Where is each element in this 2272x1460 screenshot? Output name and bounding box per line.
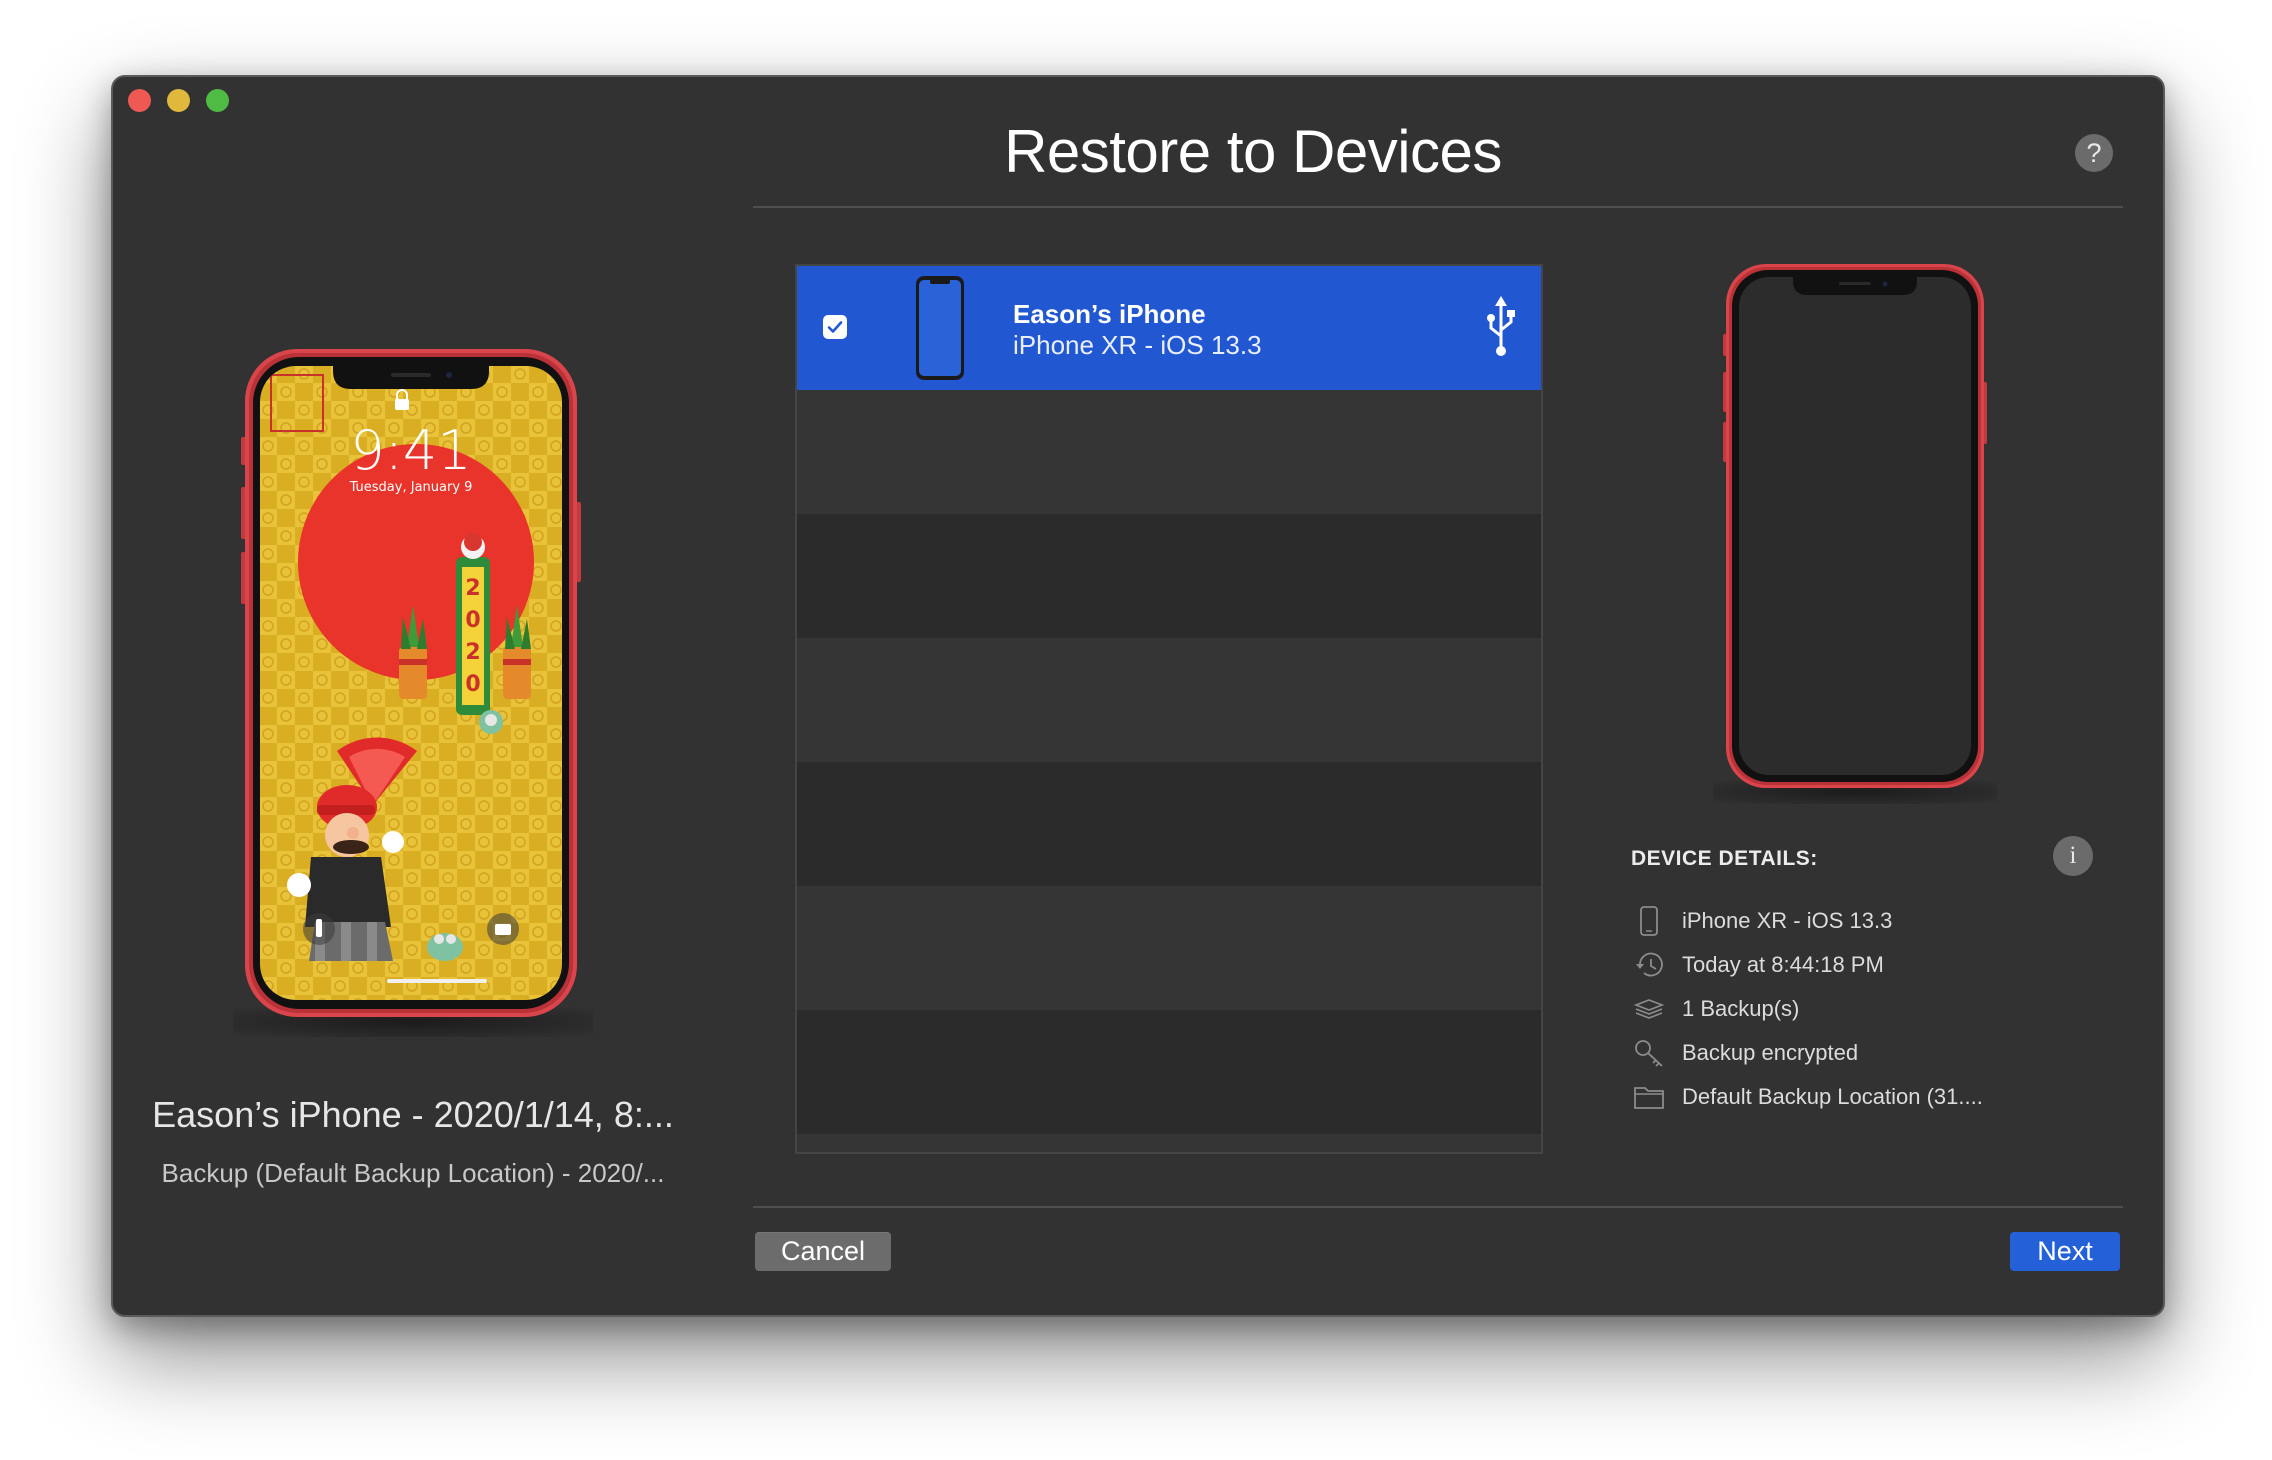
detail-location: Default Backup Location (31.... xyxy=(1631,1079,2111,1115)
empty-row xyxy=(797,638,1541,762)
device-list[interactable]: Eason’s iPhone iPhone XR - iOS 13.3 xyxy=(795,264,1543,1154)
maximize-window-button[interactable] xyxy=(206,89,229,112)
backup-subtitle: Backup (Default Backup Location) - 2020/… xyxy=(161,1158,665,1188)
key-icon xyxy=(1631,1037,1667,1069)
history-icon xyxy=(1631,949,1667,981)
restore-window: Restore to Devices ? 2 0 2 0 9:41 Tuesda… xyxy=(111,75,2165,1317)
minimize-window-button[interactable] xyxy=(167,89,190,112)
usb-icon xyxy=(1487,296,1515,356)
empty-row xyxy=(797,762,1541,886)
iphone-icon xyxy=(916,276,964,380)
footer-divider xyxy=(753,1206,2123,1208)
detail-last-backup: Today at 8:44:18 PM xyxy=(1631,947,2111,983)
svg-text:2: 2 xyxy=(465,576,480,601)
phone-icon xyxy=(1631,905,1667,937)
svg-text:Tuesday, January 9: Tuesday, January 9 xyxy=(349,480,473,495)
backup-phone-preview: 2 0 2 0 9:41 Tuesday, January 9 xyxy=(241,349,581,1017)
close-window-button[interactable] xyxy=(128,89,151,112)
help-button[interactable]: ? xyxy=(2075,134,2113,172)
next-button[interactable]: Next xyxy=(2010,1232,2120,1271)
cancel-button[interactable]: Cancel xyxy=(755,1232,891,1271)
empty-row xyxy=(797,1010,1541,1134)
device-row[interactable]: Eason’s iPhone iPhone XR - iOS 13.3 xyxy=(797,266,1541,390)
page-title: Restore to Devices xyxy=(1004,118,1502,185)
svg-text:2: 2 xyxy=(465,640,480,665)
device-details-heading: DEVICE DETAILS: xyxy=(1631,847,1818,870)
detail-encryption: Backup encrypted xyxy=(1631,1035,2111,1071)
empty-row xyxy=(797,1134,1541,1152)
backup-title: Eason’s iPhone - 2020/1/14, 8:... xyxy=(152,1094,674,1135)
empty-row xyxy=(797,514,1541,638)
detail-backup-count: 1 Backup(s) xyxy=(1631,991,2111,1027)
stack-icon xyxy=(1631,993,1667,1025)
window-controls xyxy=(128,89,229,112)
svg-text:0: 0 xyxy=(465,672,480,697)
info-button[interactable]: i xyxy=(2053,836,2093,876)
target-phone-preview xyxy=(1723,264,1987,788)
empty-row xyxy=(797,390,1541,514)
header-divider xyxy=(753,206,2123,208)
device-checkbox[interactable] xyxy=(823,315,847,339)
device-model: iPhone XR - iOS 13.3 xyxy=(1013,330,1262,360)
device-name: Eason’s iPhone xyxy=(1013,299,1206,329)
checkmark-icon xyxy=(827,321,843,333)
svg-text:0: 0 xyxy=(465,608,480,633)
detail-model: iPhone XR - iOS 13.3 xyxy=(1631,903,2111,939)
folder-icon xyxy=(1631,1081,1667,1113)
svg-text:9:41: 9:41 xyxy=(350,419,471,482)
empty-row xyxy=(797,886,1541,1010)
